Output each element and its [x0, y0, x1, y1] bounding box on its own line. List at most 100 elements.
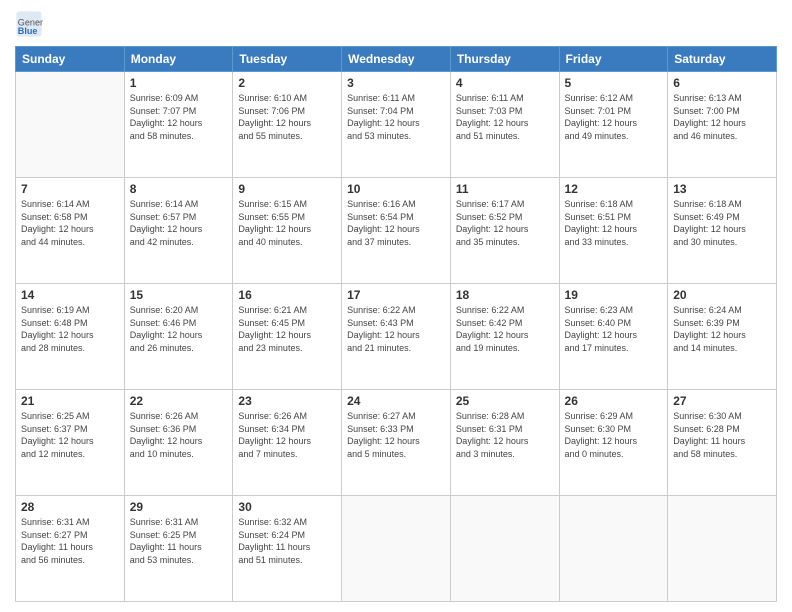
- day-info: Sunrise: 6:19 AM Sunset: 6:48 PM Dayligh…: [21, 304, 119, 354]
- calendar-cell: 30 Sunrise: 6:32 AM Sunset: 6:24 PM Dayli…: [233, 496, 342, 602]
- calendar-cell: 15 Sunrise: 6:20 AM Sunset: 6:46 PM Dayli…: [124, 284, 233, 390]
- calendar-week-3: 21Sunrise: 6:25 AM Sunset: 6:37 PM Dayli…: [16, 390, 777, 496]
- day-info: Sunrise: 6:23 AM Sunset: 6:40 PM Dayligh…: [565, 304, 663, 354]
- day-number: 10: [347, 182, 445, 196]
- calendar-cell: [668, 496, 777, 602]
- day-number: 15: [130, 288, 228, 302]
- day-info: Sunrise: 6:13 AM Sunset: 7:00 PM Dayligh…: [673, 92, 771, 142]
- weekday-header-saturday: Saturday: [668, 47, 777, 72]
- calendar-cell: 17 Sunrise: 6:22 AM Sunset: 6:43 PM Dayli…: [342, 284, 451, 390]
- calendar-week-2: 14 Sunrise: 6:19 AM Sunset: 6:48 PM Dayli…: [16, 284, 777, 390]
- day-number: 12: [565, 182, 663, 196]
- logo: General Blue: [15, 10, 47, 38]
- day-info: Sunrise: 6:15 AM Sunset: 6:55 PM Dayligh…: [238, 198, 336, 248]
- day-number: 9: [238, 182, 336, 196]
- day-info: Sunrise: 6:22 AM Sunset: 6:42 PM Dayligh…: [456, 304, 554, 354]
- day-number: 4: [456, 76, 554, 90]
- day-info: Sunrise: 6:09 AM Sunset: 7:07 PM Dayligh…: [130, 92, 228, 142]
- day-info: Sunrise: 6:11 AM Sunset: 7:03 PM Dayligh…: [456, 92, 554, 142]
- day-number: 22: [130, 394, 228, 408]
- day-number: 3: [347, 76, 445, 90]
- day-info: Sunrise: 6:18 AM Sunset: 6:49 PM Dayligh…: [673, 198, 771, 248]
- day-number: 17: [347, 288, 445, 302]
- calendar-cell: 28 Sunrise: 6:31 AM Sunset: 6:27 PM Dayli…: [16, 496, 125, 602]
- day-info: Sunrise: 6:11 AM Sunset: 7:04 PM Dayligh…: [347, 92, 445, 142]
- day-info: Sunrise: 6:27 AM Sunset: 6:33 PM Dayligh…: [347, 410, 445, 460]
- day-number: 27: [673, 394, 771, 408]
- svg-text:Blue: Blue: [18, 26, 38, 36]
- weekday-header-friday: Friday: [559, 47, 668, 72]
- calendar-cell: 18 Sunrise: 6:22 AM Sunset: 6:42 PM Dayli…: [450, 284, 559, 390]
- calendar-cell: 7 Sunrise: 6:14 AM Sunset: 6:58 PM Daylig…: [16, 178, 125, 284]
- day-info: Sunrise: 6:24 AM Sunset: 6:39 PM Dayligh…: [673, 304, 771, 354]
- calendar-cell: 29Sunrise: 6:31 AM Sunset: 6:25 PM Dayli…: [124, 496, 233, 602]
- day-number: 5: [565, 76, 663, 90]
- day-number: 11: [456, 182, 554, 196]
- calendar-cell: 14 Sunrise: 6:19 AM Sunset: 6:48 PM Dayli…: [16, 284, 125, 390]
- day-number: 20: [673, 288, 771, 302]
- calendar-cell: 10 Sunrise: 6:16 AM Sunset: 6:54 PM Dayli…: [342, 178, 451, 284]
- calendar-week-1: 7 Sunrise: 6:14 AM Sunset: 6:58 PM Daylig…: [16, 178, 777, 284]
- day-info: Sunrise: 6:21 AM Sunset: 6:45 PM Dayligh…: [238, 304, 336, 354]
- weekday-header-tuesday: Tuesday: [233, 47, 342, 72]
- calendar-cell: 27Sunrise: 6:30 AM Sunset: 6:28 PM Dayli…: [668, 390, 777, 496]
- day-info: Sunrise: 6:29 AM Sunset: 6:30 PM Dayligh…: [565, 410, 663, 460]
- calendar-cell: 26 Sunrise: 6:29 AM Sunset: 6:30 PM Dayli…: [559, 390, 668, 496]
- calendar-cell: 3 Sunrise: 6:11 AM Sunset: 7:04 PM Daylig…: [342, 72, 451, 178]
- calendar-cell: 19 Sunrise: 6:23 AM Sunset: 6:40 PM Dayli…: [559, 284, 668, 390]
- day-info: Sunrise: 6:28 AM Sunset: 6:31 PM Dayligh…: [456, 410, 554, 460]
- logo-icon: General Blue: [15, 10, 43, 38]
- calendar-cell: 16 Sunrise: 6:21 AM Sunset: 6:45 PM Dayli…: [233, 284, 342, 390]
- day-number: 1: [130, 76, 228, 90]
- day-number: 16: [238, 288, 336, 302]
- calendar-cell: 24Sunrise: 6:27 AM Sunset: 6:33 PM Dayli…: [342, 390, 451, 496]
- calendar-cell: [450, 496, 559, 602]
- day-number: 6: [673, 76, 771, 90]
- day-number: 28: [21, 500, 119, 514]
- day-info: Sunrise: 6:14 AM Sunset: 6:58 PM Dayligh…: [21, 198, 119, 248]
- day-info: Sunrise: 6:20 AM Sunset: 6:46 PM Dayligh…: [130, 304, 228, 354]
- day-info: Sunrise: 6:17 AM Sunset: 6:52 PM Dayligh…: [456, 198, 554, 248]
- day-number: 2: [238, 76, 336, 90]
- day-info: Sunrise: 6:16 AM Sunset: 6:54 PM Dayligh…: [347, 198, 445, 248]
- calendar-cell: 9 Sunrise: 6:15 AM Sunset: 6:55 PM Daylig…: [233, 178, 342, 284]
- day-number: 30: [238, 500, 336, 514]
- calendar-cell: 21Sunrise: 6:25 AM Sunset: 6:37 PM Dayli…: [16, 390, 125, 496]
- header: General Blue: [15, 10, 777, 38]
- calendar-cell: [342, 496, 451, 602]
- day-info: Sunrise: 6:22 AM Sunset: 6:43 PM Dayligh…: [347, 304, 445, 354]
- day-info: Sunrise: 6:31 AM Sunset: 6:25 PM Dayligh…: [130, 516, 228, 566]
- day-number: 26: [565, 394, 663, 408]
- calendar-table: SundayMondayTuesdayWednesdayThursdayFrid…: [15, 46, 777, 602]
- weekday-header-wednesday: Wednesday: [342, 47, 451, 72]
- weekday-header-thursday: Thursday: [450, 47, 559, 72]
- day-number: 21: [21, 394, 119, 408]
- day-number: 23: [238, 394, 336, 408]
- calendar-header-row: SundayMondayTuesdayWednesdayThursdayFrid…: [16, 47, 777, 72]
- calendar-cell: 11 Sunrise: 6:17 AM Sunset: 6:52 PM Dayli…: [450, 178, 559, 284]
- calendar-week-0: 1 Sunrise: 6:09 AM Sunset: 7:07 PM Daylig…: [16, 72, 777, 178]
- calendar-cell: 6 Sunrise: 6:13 AM Sunset: 7:00 PM Daylig…: [668, 72, 777, 178]
- calendar-cell: 4 Sunrise: 6:11 AM Sunset: 7:03 PM Daylig…: [450, 72, 559, 178]
- calendar-cell: 25Sunrise: 6:28 AM Sunset: 6:31 PM Dayli…: [450, 390, 559, 496]
- day-info: Sunrise: 6:32 AM Sunset: 6:24 PM Dayligh…: [238, 516, 336, 566]
- calendar-cell: 12 Sunrise: 6:18 AM Sunset: 6:51 PM Dayli…: [559, 178, 668, 284]
- day-number: 19: [565, 288, 663, 302]
- day-info: Sunrise: 6:18 AM Sunset: 6:51 PM Dayligh…: [565, 198, 663, 248]
- calendar-cell: 23 Sunrise: 6:26 AM Sunset: 6:34 PM Dayli…: [233, 390, 342, 496]
- calendar-cell: [16, 72, 125, 178]
- weekday-header-monday: Monday: [124, 47, 233, 72]
- day-number: 14: [21, 288, 119, 302]
- calendar-cell: 20 Sunrise: 6:24 AM Sunset: 6:39 PM Dayli…: [668, 284, 777, 390]
- day-number: 18: [456, 288, 554, 302]
- day-number: 7: [21, 182, 119, 196]
- day-info: Sunrise: 6:26 AM Sunset: 6:36 PM Dayligh…: [130, 410, 228, 460]
- calendar-cell: 13 Sunrise: 6:18 AM Sunset: 6:49 PM Dayli…: [668, 178, 777, 284]
- calendar-week-4: 28 Sunrise: 6:31 AM Sunset: 6:27 PM Dayli…: [16, 496, 777, 602]
- day-number: 8: [130, 182, 228, 196]
- day-info: Sunrise: 6:26 AM Sunset: 6:34 PM Dayligh…: [238, 410, 336, 460]
- day-info: Sunrise: 6:14 AM Sunset: 6:57 PM Dayligh…: [130, 198, 228, 248]
- calendar-cell: 1 Sunrise: 6:09 AM Sunset: 7:07 PM Daylig…: [124, 72, 233, 178]
- day-info: Sunrise: 6:31 AM Sunset: 6:27 PM Dayligh…: [21, 516, 119, 566]
- day-number: 13: [673, 182, 771, 196]
